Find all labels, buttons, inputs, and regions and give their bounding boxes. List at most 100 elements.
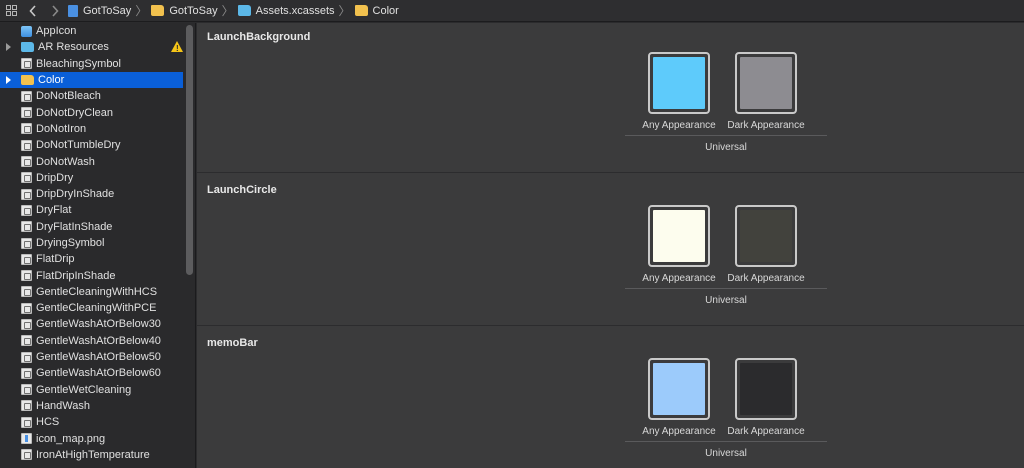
any-appearance-label: Any Appearance bbox=[642, 426, 716, 437]
dark-appearance-swatch[interactable] bbox=[735, 205, 797, 267]
universal-label: Universal bbox=[705, 448, 747, 459]
divider bbox=[625, 441, 827, 442]
color-set-section: LaunchCircle Any Appearance Dark Appearanc… bbox=[197, 176, 1024, 326]
folder-icon bbox=[151, 5, 165, 16]
any-appearance-swatch[interactable] bbox=[648, 358, 710, 420]
asset-catalog-icon bbox=[237, 5, 251, 16]
sidebar-item-label: GentleCleaningWithPCE bbox=[36, 302, 157, 315]
sidebar-item-label: GentleWashAtOrBelow30 bbox=[36, 318, 161, 331]
sidebar-item-label: AR Resources bbox=[38, 41, 109, 54]
imageset-icon bbox=[21, 400, 32, 412]
breadcrumb-group[interactable]: GotToSay bbox=[151, 0, 218, 22]
sidebar-item-label: GentleWashAtOrBelow50 bbox=[36, 351, 161, 364]
imageset-icon bbox=[21, 449, 32, 461]
sidebar-item-label: GentleWashAtOrBelow60 bbox=[36, 367, 161, 380]
imageset-icon bbox=[21, 302, 32, 314]
folder-icon bbox=[354, 5, 368, 16]
sidebar-item[interactable]: DoNotDryClean bbox=[0, 104, 195, 120]
sidebar-item[interactable]: GentleWashAtOrBelow50 bbox=[0, 349, 195, 365]
sidebar-item-label: GentleWetCleaning bbox=[36, 383, 132, 396]
back-chevron-icon[interactable] bbox=[22, 0, 44, 22]
sidebar-item[interactable]: DripDry bbox=[0, 170, 195, 186]
color-set-title: LaunchBackground bbox=[207, 31, 311, 43]
sidebar-item[interactable]: FlatDrip bbox=[0, 251, 195, 267]
dark-appearance-swatch[interactable] bbox=[735, 52, 797, 114]
imageset-icon bbox=[21, 188, 32, 200]
sidebar-item[interactable]: DoNotBleach bbox=[0, 88, 195, 104]
imageset-icon bbox=[21, 139, 32, 151]
any-appearance-swatch[interactable] bbox=[648, 205, 710, 267]
imageset-icon bbox=[21, 58, 32, 70]
sidebar-item[interactable]: IronAtHighTemperature bbox=[0, 447, 195, 463]
sidebar-item-label: DryFlat bbox=[36, 204, 72, 217]
sidebar-item[interactable]: AppIcon bbox=[0, 23, 195, 39]
sidebar-item[interactable]: HCS bbox=[0, 414, 195, 430]
sidebar-item[interactable]: AR Resources! bbox=[0, 39, 195, 55]
imageset-icon bbox=[21, 107, 32, 119]
sidebar-item[interactable]: DoNotWash bbox=[0, 153, 195, 169]
divider bbox=[625, 288, 827, 289]
sidebar-item-label: DryFlatInShade bbox=[36, 220, 113, 233]
disclosure-triangle-icon[interactable] bbox=[6, 43, 11, 52]
sidebar-scrollbar[interactable] bbox=[186, 25, 193, 275]
dark-appearance-label: Dark Appearance bbox=[727, 120, 805, 131]
sidebar-item-label: DoNotDryClean bbox=[36, 106, 114, 119]
breadcrumb-separator-icon: 〉 bbox=[135, 4, 148, 18]
universal-label: Universal bbox=[705, 295, 747, 306]
imageset-icon bbox=[21, 367, 32, 379]
sidebar-item-label: IronAtHighTemperature bbox=[36, 448, 150, 461]
color-swatch bbox=[740, 363, 792, 415]
sidebar-item[interactable]: icon_map.png bbox=[0, 430, 195, 446]
sidebar-item[interactable]: GentleWetCleaning bbox=[0, 382, 195, 398]
sidebar-item[interactable]: DryFlatInShade bbox=[0, 219, 195, 235]
sidebar-item-label: AppIcon bbox=[36, 25, 77, 38]
sidebar-item-label: DripDry bbox=[36, 171, 74, 184]
related-items-grid-icon[interactable] bbox=[0, 0, 22, 22]
sidebar-item-label: HCS bbox=[36, 416, 60, 429]
sidebar-item-label: icon_map.png bbox=[36, 432, 106, 445]
sidebar-item[interactable]: DripDryInShade bbox=[0, 186, 195, 202]
sidebar-item-label: FlatDripInShade bbox=[36, 269, 116, 282]
sidebar-item[interactable]: GentleCleaningWithHCS bbox=[0, 284, 195, 300]
sidebar-item[interactable]: GentleWashAtOrBelow60 bbox=[0, 365, 195, 381]
any-appearance-swatch[interactable] bbox=[648, 52, 710, 114]
sidebar-item[interactable]: DryFlat bbox=[0, 202, 195, 218]
sidebar-item[interactable]: DoNotIron bbox=[0, 121, 195, 137]
sidebar-item-label: BleachingSymbol bbox=[36, 57, 121, 70]
sidebar-item[interactable]: HandWash bbox=[0, 398, 195, 414]
color-swatch bbox=[740, 57, 792, 109]
warning-icon[interactable]: ! bbox=[171, 41, 183, 53]
breadcrumb-asset-catalog[interactable]: Assets.xcassets bbox=[237, 0, 335, 22]
asset-outline-sidebar: AppIcon AR Resources! BleachingSymbol Color… bbox=[0, 23, 196, 468]
color-set-section: LaunchBackground Any Appearance Dark Appea… bbox=[197, 23, 1024, 173]
breadcrumb-color[interactable]: Color bbox=[354, 0, 399, 22]
sidebar-item[interactable]: GentleCleaningWithPCE bbox=[0, 300, 195, 316]
sidebar-item-label: DoNotBleach bbox=[36, 90, 101, 103]
sidebar-item-label: GentleCleaningWithHCS bbox=[36, 285, 158, 298]
dark-appearance-swatch[interactable] bbox=[735, 358, 797, 420]
project-file-icon bbox=[68, 4, 78, 17]
disclosure-triangle-icon[interactable] bbox=[6, 75, 11, 84]
any-appearance-label: Any Appearance bbox=[642, 120, 716, 131]
forward-chevron-icon[interactable] bbox=[44, 0, 66, 22]
imageset-icon bbox=[21, 221, 32, 233]
dark-appearance-label: Dark Appearance bbox=[727, 273, 805, 284]
sidebar-item[interactable]: DryingSymbol bbox=[0, 235, 195, 251]
appicon-icon bbox=[21, 25, 32, 37]
sidebar-item[interactable]: BleachingSymbol bbox=[0, 56, 195, 72]
sidebar-item-label: DoNotWash bbox=[36, 155, 95, 168]
breadcrumb-project[interactable]: GotToSay bbox=[68, 0, 131, 22]
sidebar-item[interactable]: DoNotTumbleDry bbox=[0, 137, 195, 153]
universal-label: Universal bbox=[705, 142, 747, 153]
sidebar-item-label: DripDryInShade bbox=[36, 188, 115, 201]
sidebar-item[interactable]: FlatDripInShade bbox=[0, 267, 195, 283]
png-file-icon bbox=[21, 433, 32, 445]
sidebar-item[interactable]: GentleWashAtOrBelow30 bbox=[0, 316, 195, 332]
color-set-section: memoBar Any Appearance Dark Appearance Univ… bbox=[197, 329, 1024, 468]
sidebar-item[interactable]: Color bbox=[0, 71, 183, 89]
color-swatch bbox=[653, 363, 705, 415]
folder-icon bbox=[21, 75, 34, 86]
sidebar-item[interactable]: GentleWashAtOrBelow40 bbox=[0, 333, 195, 349]
imageset-icon bbox=[21, 416, 32, 428]
sidebar-item-label: HandWash bbox=[36, 399, 91, 412]
